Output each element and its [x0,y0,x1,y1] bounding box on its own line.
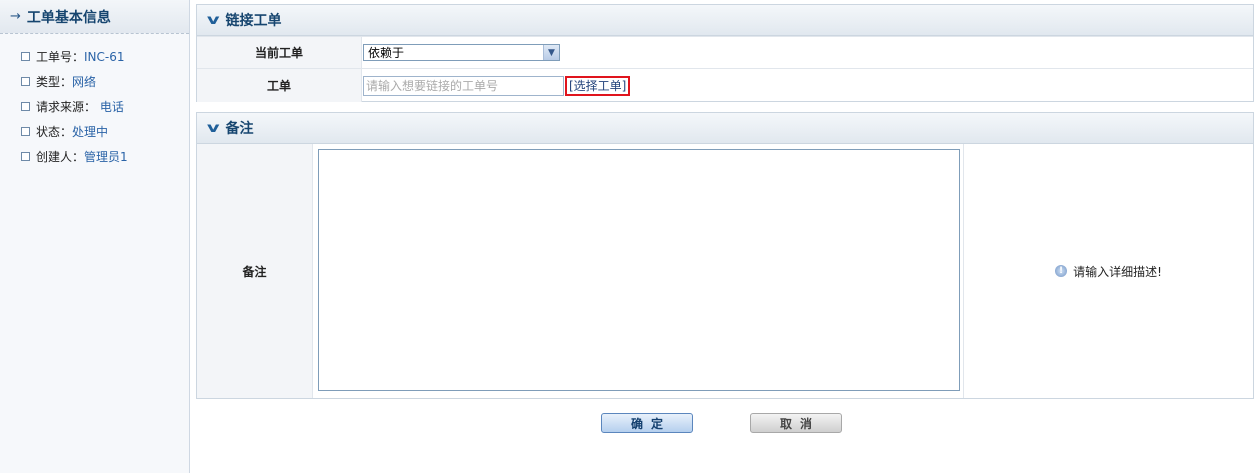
arrow-right-icon: → [10,9,21,24]
note-label: 备注 [197,144,313,398]
note-hint: ! 请输入详细描述! [964,144,1253,398]
link-ticket-header[interactable]: v 链接工单 [197,5,1253,36]
relation-type-value: 依赖于 [368,46,405,60]
choose-ticket-link[interactable]: [选择工单] [565,75,631,96]
note-title: 备注 [225,121,254,137]
ticket-row: 工单 请输入想要链接的工单号 [选择工单] [197,68,1253,102]
current-ticket-label: 当前工单 [197,37,362,68]
cancel-button[interactable]: 取消 [750,413,842,433]
ticket-number-label: 工单号： [36,50,85,64]
link-ticket-title: 链接工单 [225,13,282,29]
request-source-label: 请求来源： [36,100,97,114]
square-bullet-icon [21,102,30,111]
ticket-cell: 请输入想要链接的工单号 [选择工单] [362,69,1253,102]
link-ticket-panel: v 链接工单 当前工单 依赖于 ▼ 工单 请输入想要链接的工单号 [选择工单] [196,4,1254,102]
request-source-value: 电话 [96,100,124,114]
note-textarea[interactable] [318,149,960,391]
note-header[interactable]: v 备注 [197,113,1253,144]
note-hint-text: 请输入详细描述! [1073,264,1162,279]
info-icon: ! [1055,265,1068,277]
sidebar-header: → 工单基本信息 [0,0,189,34]
chevron-down-icon[interactable]: v [207,13,220,28]
type-value: 网络 [72,75,97,89]
list-item: 创建人： 管理员1 [0,144,189,169]
note-editor-cell [313,144,964,398]
square-bullet-icon [21,77,30,86]
sidebar-title: 工单基本信息 [26,9,111,26]
chevron-down-icon[interactable]: v [207,121,220,136]
current-ticket-cell: 依赖于 ▼ [362,37,1253,68]
square-bullet-icon [21,152,30,161]
ticket-number-value: INC-61 [84,49,125,64]
creator-label: 创建人： [36,150,85,164]
status-label: 状态： [36,125,73,139]
ticket-number-input[interactable]: 请输入想要链接的工单号 [363,75,564,96]
list-item: 工单号： INC-61 [0,44,189,69]
square-bullet-icon [21,52,30,61]
type-label: 类型： [36,75,73,89]
creator-value: 管理员1 [84,150,128,164]
confirm-button[interactable]: 确定 [601,413,693,433]
chevron-down-icon[interactable]: ▼ [543,45,559,60]
note-panel: v 备注 备注 ! 请输入详细描述! [196,112,1254,399]
ticket-info-sidebar: → 工单基本信息 工单号： INC-61 类型： 网络 请求来源： 电话 状态：… [0,0,190,473]
list-item: 状态： 处理中 [0,119,189,144]
ticket-info-list: 工单号： INC-61 类型： 网络 请求来源： 电话 状态： 处理中 创建人：… [0,34,189,169]
current-ticket-row: 当前工单 依赖于 ▼ [197,36,1253,68]
note-row: 备注 ! 请输入详细描述! [197,144,1253,398]
status-value: 处理中 [72,125,109,139]
ticket-label: 工单 [197,69,362,102]
list-item: 类型： 网络 [0,69,189,94]
square-bullet-icon [21,127,30,136]
list-item: 请求来源： 电话 [0,94,189,119]
relation-type-select[interactable]: 依赖于 ▼ [363,44,560,61]
